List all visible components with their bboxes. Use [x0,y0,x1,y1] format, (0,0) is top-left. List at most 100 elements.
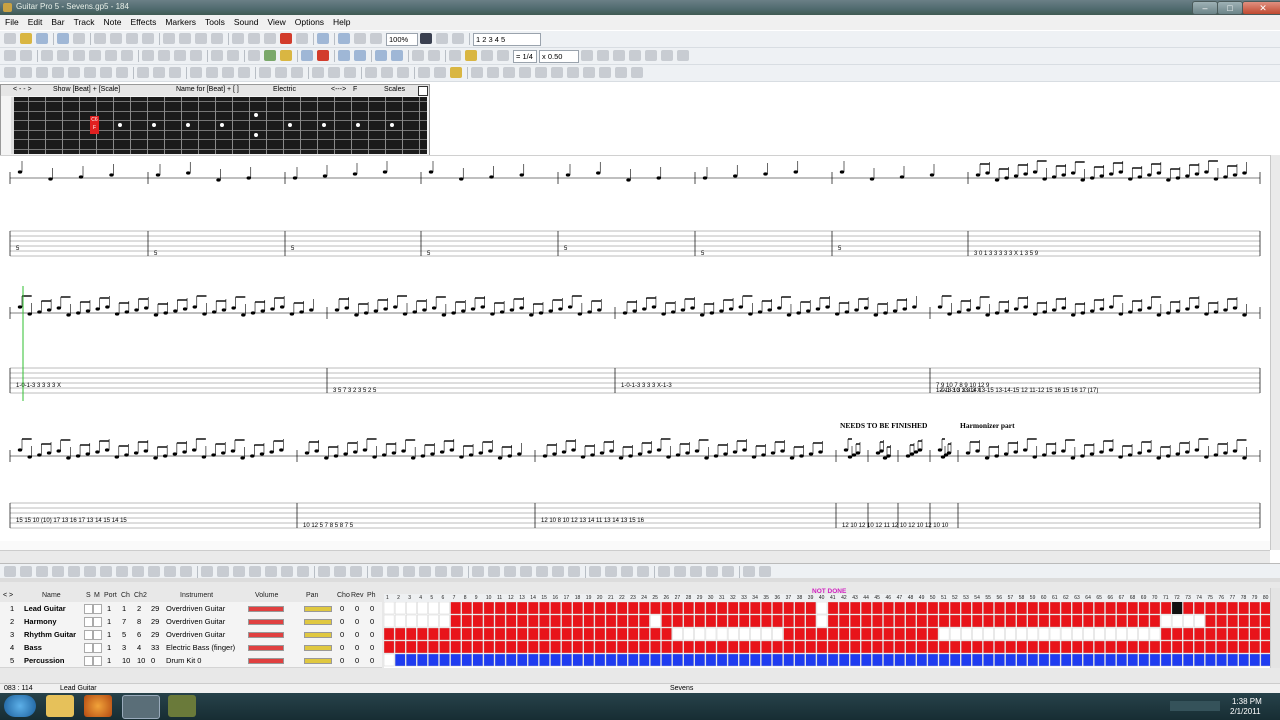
bar-cell[interactable] [739,653,750,667]
toolbar-button-icon[interactable] [94,33,106,44]
bar-cell[interactable] [872,640,883,654]
mute-checkbox[interactable] [93,617,102,627]
bar-cell[interactable] [406,602,417,615]
score-page[interactable]: 55555553 0 1 3 3 3 3 3 X 1 3 5 9 1-0-1-3 … [0,155,1270,551]
toolbar-button-icon[interactable] [328,67,340,78]
bar-cell[interactable] [1149,653,1161,667]
bar-cell[interactable] [439,602,450,615]
toolbar-button-icon[interactable] [264,33,276,44]
bar-cell[interactable] [594,602,606,615]
bar-cell[interactable] [794,640,806,654]
mute-checkbox[interactable] [93,656,102,666]
bar-cell[interactable] [883,602,894,615]
pan-slider[interactable] [304,632,332,638]
bar-cell[interactable] [516,602,528,615]
bar-cell[interactable] [1138,640,1150,654]
bar-cell[interactable] [905,614,917,628]
bar-cell[interactable] [838,640,850,654]
bar-cell[interactable] [772,627,783,641]
track-name[interactable]: Bass [24,643,42,652]
bar-cell[interactable] [1238,640,1250,654]
toolbar-button-icon[interactable] [381,67,393,78]
toolbar-button-icon[interactable] [116,67,128,78]
bar-cell[interactable] [761,653,772,667]
bar-cell[interactable] [705,627,717,641]
bar-cell[interactable] [1171,627,1183,641]
toolbar-button-icon[interactable] [110,33,122,44]
bar-cell[interactable] [983,614,994,628]
bar-cell[interactable] [1138,627,1150,641]
track-row[interactable]: 4 Bass 1 3 4 33 Electric Bass (finger) 0 0 0 [0,641,382,655]
bar-cell[interactable] [683,653,695,667]
toolbar-button-icon[interactable] [179,33,191,44]
bar-cell[interactable] [861,640,872,654]
toolbar-button-icon[interactable] [658,566,670,577]
toolbar-button-icon[interactable] [759,566,771,577]
toolbar-button-icon[interactable] [312,67,324,78]
panel-splitter[interactable] [0,578,1280,582]
toolbar-button-icon[interactable] [403,566,415,577]
bar-cell[interactable] [927,602,939,615]
toolbar-button-icon[interactable] [142,50,154,61]
toolbar-button-icon[interactable] [68,67,80,78]
bar-cell[interactable] [428,614,439,628]
toolbar-button-icon[interactable] [567,67,579,78]
toolbar-button-icon[interactable] [317,50,329,61]
bar-cell[interactable] [816,602,828,615]
bar-cell[interactable] [794,627,806,641]
toolbar-button-icon[interactable] [4,67,16,78]
menu-sound[interactable]: Sound [229,15,263,27]
bar-cell[interactable] [661,653,672,667]
toolbar-button-icon[interactable] [504,566,516,577]
toolbar-button-icon[interactable] [536,566,548,577]
bar-cell[interactable] [616,653,628,667]
bar-cell[interactable] [550,627,561,641]
bar-cell[interactable] [805,653,817,667]
bar-cell[interactable] [783,602,794,615]
bar-cell[interactable] [627,627,639,641]
bar-cell[interactable] [750,653,761,667]
toolbar-button-icon[interactable] [89,50,101,61]
speed-select[interactable]: x 0.50 [539,50,579,63]
bar-cell[interactable] [805,640,817,654]
bar-cell[interactable] [1005,640,1016,654]
bar-cell[interactable] [528,640,539,654]
bar-cell[interactable] [927,627,939,641]
bar-cell[interactable] [1105,653,1116,667]
bar-cell[interactable] [1183,640,1194,654]
bar-cell[interactable] [1183,614,1194,628]
bar-cell[interactable] [1060,640,1072,654]
bar-cell[interactable] [605,627,617,641]
bar-cell[interactable] [539,627,550,641]
bar-cell[interactable] [1205,640,1216,654]
toolbar-button-icon[interactable] [318,566,330,577]
bar-cell[interactable] [639,627,650,641]
toolbar-button-icon[interactable] [68,566,80,577]
toolbar-button-icon[interactable] [20,67,32,78]
bar-cell[interactable] [572,614,583,628]
toolbar-button-icon[interactable] [100,67,112,78]
bar-cell[interactable] [938,640,950,654]
bar-cell[interactable] [1116,614,1127,628]
bar-cell[interactable] [539,602,550,615]
bar-cell[interactable] [850,653,861,667]
mute-checkbox[interactable] [93,604,102,614]
bar-cell[interactable] [394,602,406,615]
solo-checkbox[interactable] [84,604,93,614]
mute-checkbox[interactable] [93,630,102,640]
toolbar-button-icon[interactable] [217,566,229,577]
bar-cell[interactable] [983,602,994,615]
bar-cell[interactable] [861,653,872,667]
bar-cell[interactable] [1038,653,1050,667]
bar-cell[interactable] [861,627,872,641]
toolbar-button-icon[interactable] [481,50,493,61]
bar-cell[interactable] [1049,614,1061,628]
bar-cell[interactable] [949,614,961,628]
bar-cell[interactable] [1127,602,1139,615]
track-nav-arrows[interactable]: < > [3,592,13,599]
bar-cell[interactable] [1205,614,1216,628]
bar-cell[interactable] [1016,602,1028,615]
bar-cell[interactable] [627,653,639,667]
bar-cell[interactable] [1238,614,1250,628]
bar-cell[interactable] [1094,653,1105,667]
